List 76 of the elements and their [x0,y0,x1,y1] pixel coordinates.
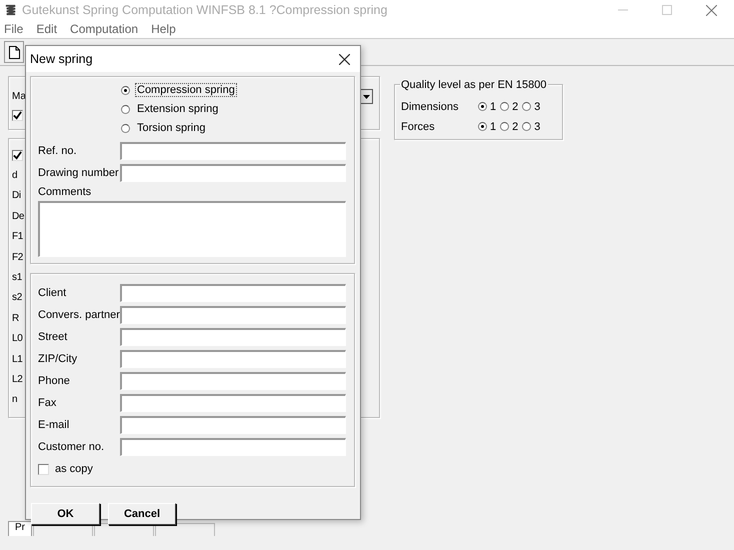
variable-label: F2 [12,252,24,263]
input-field[interactable] [120,164,346,182]
variable-label: L0 [12,333,23,344]
option-label: 3 [534,120,540,132]
input-field[interactable] [120,372,346,390]
radio-button[interactable] [121,124,130,132]
radio-button[interactable] [500,102,510,111]
field-label: Street [38,331,68,343]
checkbox-label: as copy [55,463,93,475]
menu-item[interactable]: File [4,22,24,36]
variable-label: s1 [12,272,22,284]
input-field[interactable] [120,142,346,160]
variable-label: L2 [12,374,23,385]
document-icon [8,46,20,58]
input-field[interactable] [120,394,346,412]
checkbox[interactable] [12,110,23,121]
input-field[interactable] [120,416,346,434]
variable-label: Di [12,190,21,202]
radio-label: Compression spring [136,84,236,96]
option-label: 2 [512,100,518,112]
radio-button[interactable] [478,102,487,111]
cancel-button[interactable]: Cancel [108,503,176,525]
field-label: Fax [38,397,58,409]
option-label: 2 [512,120,518,132]
menu-item[interactable]: Edit [36,22,58,36]
variable-label: d [12,170,18,182]
option-label: 3 [534,100,540,112]
input-field[interactable] [120,438,346,456]
variable-label: F1 [12,231,24,242]
comments-field[interactable] [38,201,346,257]
variable-label: De [12,210,24,222]
dialog-title: New spring [30,52,93,66]
tab[interactable] [155,523,215,536]
ok-button[interactable]: OK [31,503,100,525]
field-label: Convers. partner [38,309,120,321]
input-field[interactable] [120,306,346,324]
menu-item[interactable]: Computation [70,22,138,36]
menu-item[interactable]: Help [151,22,176,36]
radio-button[interactable] [522,122,532,131]
option-label: 1 [490,120,496,132]
variable-label: R [12,312,19,324]
radio-button[interactable] [121,86,130,94]
field-label: Customer no. [38,441,106,453]
input-field[interactable] [120,328,346,346]
field-label: Client [38,287,68,299]
field-label: Comments [38,186,92,198]
field-label: E-mail [38,419,70,431]
input-field[interactable] [120,350,346,368]
label: Ma [12,91,26,102]
radio-button[interactable] [522,102,532,111]
spring-icon [4,4,17,16]
window-title: Gutekunst Spring Computation WINFSB 8.1 ?Compression spring [22,3,388,17]
row-label: Dimensions [401,100,460,112]
input-field[interactable] [120,284,346,302]
caret-icon [363,94,370,98]
new-document-button[interactable] [4,41,24,63]
field-label: Phone [38,375,71,387]
option-label: 1 [490,100,496,112]
variable-label: L1 [12,354,23,365]
radio-button[interactable] [478,122,487,131]
radio-label: Extension spring [136,103,220,115]
field-label: Ref. no. [38,145,78,157]
field-label: ZIP/City [38,353,78,365]
radio-label: Torsion spring [136,122,206,134]
group-title: Quality level as per EN 15800 [400,79,548,91]
close-icon[interactable] [339,54,350,64]
checkbox[interactable] [12,150,23,161]
tab[interactable]: Pr [8,521,32,536]
row-label: Forces [401,120,436,132]
radio-button[interactable] [121,104,130,114]
variable-label: s2 [12,292,22,304]
dropdown-button[interactable] [360,89,373,104]
checkbox[interactable] [38,464,49,474]
field-label: Drawing number [38,167,120,179]
radio-button[interactable] [500,122,510,131]
variable-label: n [12,394,18,406]
